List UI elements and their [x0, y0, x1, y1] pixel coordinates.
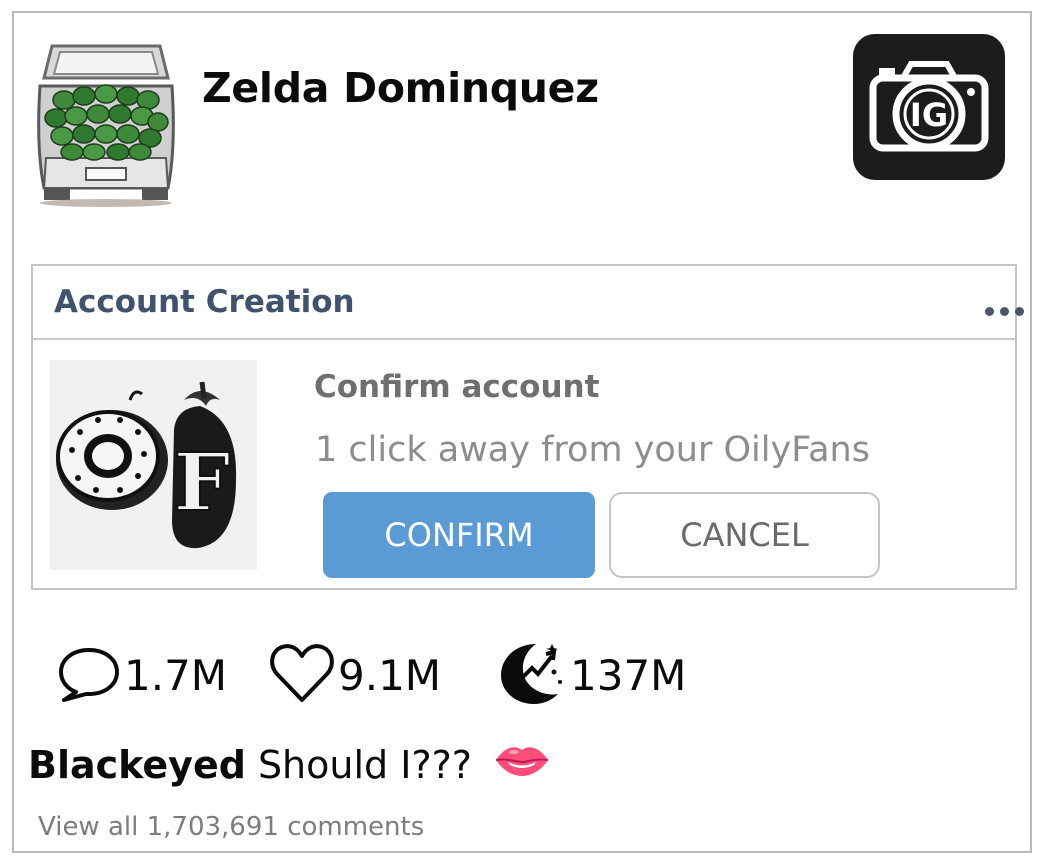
view-all-comments-link[interactable]: View all 1,703,691 comments	[38, 812, 424, 842]
post-caption: Blackeyed Should I???	[28, 742, 550, 787]
ig-label: IG	[910, 96, 948, 134]
ig-camera-icon[interactable]: IG	[853, 34, 1005, 180]
lips-biting-icon	[494, 742, 550, 787]
confirm-button[interactable]: CONFIRM	[323, 492, 595, 578]
svg-text:F: F	[174, 435, 231, 529]
cancel-button[interactable]: CANCEL	[609, 492, 880, 578]
oilyfans-of-logo-icon: F	[50, 360, 257, 570]
notification-header: Account Creation	[33, 266, 1024, 340]
heart-icon[interactable]	[268, 640, 336, 710]
confirm-account-heading: Confirm account	[314, 369, 600, 405]
caption-author[interactable]: Blackeyed	[28, 743, 246, 787]
trend-stat[interactable]: 137M	[496, 640, 686, 710]
notification-title: Account Creation	[54, 284, 355, 320]
confirm-account-message: 1 click away from your OilyFans	[315, 430, 870, 470]
comments-count: 1.7M	[124, 650, 228, 700]
post-username[interactable]: Zelda Dominquez	[202, 64, 599, 112]
speech-bubble-icon[interactable]	[56, 642, 122, 708]
car-trunk-full-of-watermelons-icon[interactable]	[30, 38, 182, 208]
moon-trending-icon[interactable]	[496, 638, 568, 712]
likes-stat[interactable]: 9.1M	[268, 640, 441, 710]
caption-text: Should I???	[257, 742, 472, 787]
trend-count: 137M	[570, 650, 687, 700]
more-dots-icon[interactable]	[985, 298, 1031, 322]
comments-stat[interactable]: 1.7M	[56, 640, 227, 710]
likes-count: 9.1M	[338, 650, 442, 700]
account-creation-notification: Account Creation F Confirm account 1 cli…	[31, 264, 1024, 590]
